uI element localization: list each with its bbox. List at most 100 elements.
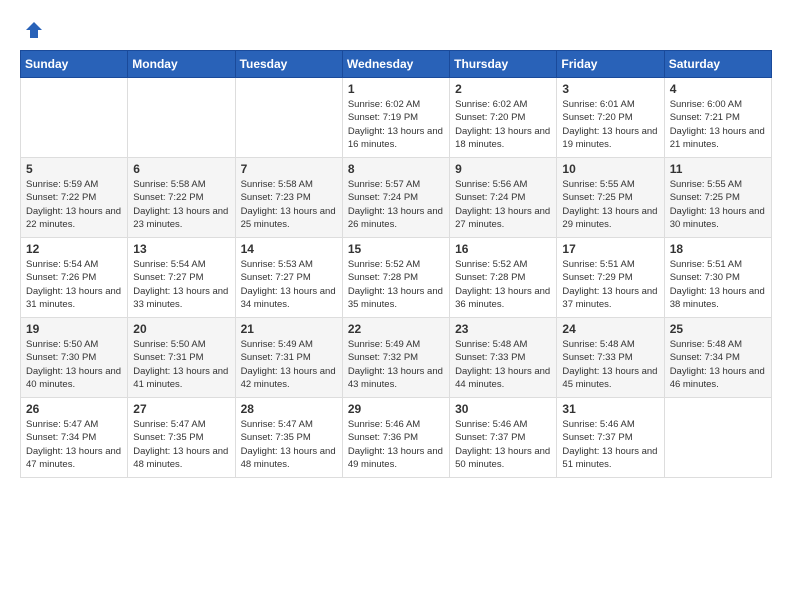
calendar-cell: 26 Sunrise: 5:47 AM Sunset: 7:34 PM Dayli… — [21, 398, 128, 478]
day-info: Sunrise: 5:46 AM Sunset: 7:37 PM Dayligh… — [562, 418, 658, 471]
day-number: 22 — [348, 322, 444, 336]
day-info: Sunrise: 6:02 AM Sunset: 7:19 PM Dayligh… — [348, 98, 444, 151]
day-info: Sunrise: 5:48 AM Sunset: 7:33 PM Dayligh… — [455, 338, 551, 391]
logo-icon — [24, 20, 44, 40]
day-number: 8 — [348, 162, 444, 176]
calendar-week-row: 19Sunrise: 5:50 AM Sunset: 7:30 PM Dayli… — [21, 318, 772, 398]
calendar-cell: 14Sunrise: 5:53 AM Sunset: 7:27 PM Dayli… — [235, 238, 342, 318]
day-number: 2 — [455, 82, 551, 96]
day-number: 28 — [241, 402, 337, 416]
column-header-friday: Friday — [557, 51, 664, 78]
day-number: 1 — [348, 82, 444, 96]
day-info: Sunrise: 5:59 AM Sunset: 7:22 PM Dayligh… — [26, 178, 122, 231]
day-number: 19 — [26, 322, 122, 336]
day-number: 27 — [133, 402, 229, 416]
day-number: 3 — [562, 82, 658, 96]
day-number: 16 — [455, 242, 551, 256]
calendar-cell: 9 Sunrise: 5:56 AM Sunset: 7:24 PM Daylig… — [450, 158, 557, 238]
calendar-cell: 29 Sunrise: 5:46 AM Sunset: 7:36 PM Dayli… — [342, 398, 449, 478]
column-header-saturday: Saturday — [664, 51, 771, 78]
day-info: Sunrise: 5:53 AM Sunset: 7:27 PM Dayligh… — [241, 258, 337, 311]
day-info: Sunrise: 5:58 AM Sunset: 7:22 PM Dayligh… — [133, 178, 229, 231]
calendar-cell — [21, 78, 128, 158]
calendar-cell: 23 Sunrise: 5:48 AM Sunset: 7:33 PM Dayli… — [450, 318, 557, 398]
calendar-cell: 1 Sunrise: 6:02 AM Sunset: 7:19 PM Daylig… — [342, 78, 449, 158]
calendar-cell: 5 Sunrise: 5:59 AM Sunset: 7:22 PM Daylig… — [21, 158, 128, 238]
column-header-wednesday: Wednesday — [342, 51, 449, 78]
day-info: Sunrise: 5:48 AM Sunset: 7:33 PM Dayligh… — [562, 338, 658, 391]
calendar-table: SundayMondayTuesdayWednesdayThursdayFrid… — [20, 50, 772, 478]
calendar-cell: 24 Sunrise: 5:48 AM Sunset: 7:33 PM Dayli… — [557, 318, 664, 398]
column-header-thursday: Thursday — [450, 51, 557, 78]
day-number: 9 — [455, 162, 551, 176]
day-info: Sunrise: 5:52 AM Sunset: 7:28 PM Dayligh… — [455, 258, 551, 311]
calendar-week-row: 26 Sunrise: 5:47 AM Sunset: 7:34 PM Dayli… — [21, 398, 772, 478]
calendar-cell: 22 Sunrise: 5:49 AM Sunset: 7:32 PM Dayli… — [342, 318, 449, 398]
calendar-cell: 30 Sunrise: 5:46 AM Sunset: 7:37 PM Dayli… — [450, 398, 557, 478]
calendar-cell — [664, 398, 771, 478]
calendar-week-row: 12 Sunrise: 5:54 AM Sunset: 7:26 PM Dayli… — [21, 238, 772, 318]
day-number: 12 — [26, 242, 122, 256]
calendar-cell: 28 Sunrise: 5:47 AM Sunset: 7:35 PM Dayli… — [235, 398, 342, 478]
calendar-cell: 11 Sunrise: 5:55 AM Sunset: 7:25 PM Dayli… — [664, 158, 771, 238]
calendar-cell: 25 Sunrise: 5:48 AM Sunset: 7:34 PM Dayli… — [664, 318, 771, 398]
day-number: 26 — [26, 402, 122, 416]
day-number: 15 — [348, 242, 444, 256]
day-info: Sunrise: 6:00 AM Sunset: 7:21 PM Dayligh… — [670, 98, 766, 151]
day-number: 21 — [241, 322, 337, 336]
day-info: Sunrise: 5:54 AM Sunset: 7:26 PM Dayligh… — [26, 258, 122, 311]
calendar-cell: 6 Sunrise: 5:58 AM Sunset: 7:22 PM Daylig… — [128, 158, 235, 238]
day-info: Sunrise: 5:57 AM Sunset: 7:24 PM Dayligh… — [348, 178, 444, 231]
calendar-cell — [235, 78, 342, 158]
day-info: Sunrise: 5:46 AM Sunset: 7:37 PM Dayligh… — [455, 418, 551, 471]
day-info: Sunrise: 5:55 AM Sunset: 7:25 PM Dayligh… — [670, 178, 766, 231]
day-info: Sunrise: 5:47 AM Sunset: 7:34 PM Dayligh… — [26, 418, 122, 471]
day-info: Sunrise: 6:02 AM Sunset: 7:20 PM Dayligh… — [455, 98, 551, 151]
day-info: Sunrise: 5:46 AM Sunset: 7:36 PM Dayligh… — [348, 418, 444, 471]
day-number: 10 — [562, 162, 658, 176]
day-number: 17 — [562, 242, 658, 256]
day-info: Sunrise: 5:51 AM Sunset: 7:29 PM Dayligh… — [562, 258, 658, 311]
day-number: 25 — [670, 322, 766, 336]
calendar-cell: 20 Sunrise: 5:50 AM Sunset: 7:31 PM Dayli… — [128, 318, 235, 398]
calendar-cell: 7Sunrise: 5:58 AM Sunset: 7:23 PM Daylig… — [235, 158, 342, 238]
day-info: Sunrise: 5:49 AM Sunset: 7:32 PM Dayligh… — [348, 338, 444, 391]
day-info: Sunrise: 5:48 AM Sunset: 7:34 PM Dayligh… — [670, 338, 766, 391]
calendar-cell: 8 Sunrise: 5:57 AM Sunset: 7:24 PM Daylig… — [342, 158, 449, 238]
calendar-cell — [128, 78, 235, 158]
day-number: 7 — [241, 162, 337, 176]
calendar-cell: 2 Sunrise: 6:02 AM Sunset: 7:20 PM Daylig… — [450, 78, 557, 158]
day-number: 11 — [670, 162, 766, 176]
day-info: Sunrise: 5:50 AM Sunset: 7:31 PM Dayligh… — [133, 338, 229, 391]
day-info: Sunrise: 5:51 AM Sunset: 7:30 PM Dayligh… — [670, 258, 766, 311]
calendar-cell: 19Sunrise: 5:50 AM Sunset: 7:30 PM Dayli… — [21, 318, 128, 398]
calendar-cell: 16 Sunrise: 5:52 AM Sunset: 7:28 PM Dayli… — [450, 238, 557, 318]
day-number: 6 — [133, 162, 229, 176]
calendar-week-row: 5 Sunrise: 5:59 AM Sunset: 7:22 PM Daylig… — [21, 158, 772, 238]
day-number: 18 — [670, 242, 766, 256]
calendar-cell: 15 Sunrise: 5:52 AM Sunset: 7:28 PM Dayli… — [342, 238, 449, 318]
day-info: Sunrise: 5:56 AM Sunset: 7:24 PM Dayligh… — [455, 178, 551, 231]
calendar-cell: 13Sunrise: 5:54 AM Sunset: 7:27 PM Dayli… — [128, 238, 235, 318]
calendar-cell: 4 Sunrise: 6:00 AM Sunset: 7:21 PM Daylig… — [664, 78, 771, 158]
calendar-week-row: 1 Sunrise: 6:02 AM Sunset: 7:19 PM Daylig… — [21, 78, 772, 158]
day-number: 13 — [133, 242, 229, 256]
day-info: Sunrise: 5:52 AM Sunset: 7:28 PM Dayligh… — [348, 258, 444, 311]
calendar-cell: 12 Sunrise: 5:54 AM Sunset: 7:26 PM Dayli… — [21, 238, 128, 318]
day-info: Sunrise: 5:49 AM Sunset: 7:31 PM Dayligh… — [241, 338, 337, 391]
day-number: 30 — [455, 402, 551, 416]
day-info: Sunrise: 5:47 AM Sunset: 7:35 PM Dayligh… — [241, 418, 337, 471]
column-header-sunday: Sunday — [21, 51, 128, 78]
day-number: 23 — [455, 322, 551, 336]
day-number: 5 — [26, 162, 122, 176]
day-number: 20 — [133, 322, 229, 336]
column-header-monday: Monday — [128, 51, 235, 78]
column-header-tuesday: Tuesday — [235, 51, 342, 78]
day-number: 24 — [562, 322, 658, 336]
calendar-cell: 10 Sunrise: 5:55 AM Sunset: 7:25 PM Dayli… — [557, 158, 664, 238]
day-info: Sunrise: 5:55 AM Sunset: 7:25 PM Dayligh… — [562, 178, 658, 231]
calendar-cell: 21 Sunrise: 5:49 AM Sunset: 7:31 PM Dayli… — [235, 318, 342, 398]
logo — [20, 20, 44, 40]
day-number: 29 — [348, 402, 444, 416]
day-number: 4 — [670, 82, 766, 96]
